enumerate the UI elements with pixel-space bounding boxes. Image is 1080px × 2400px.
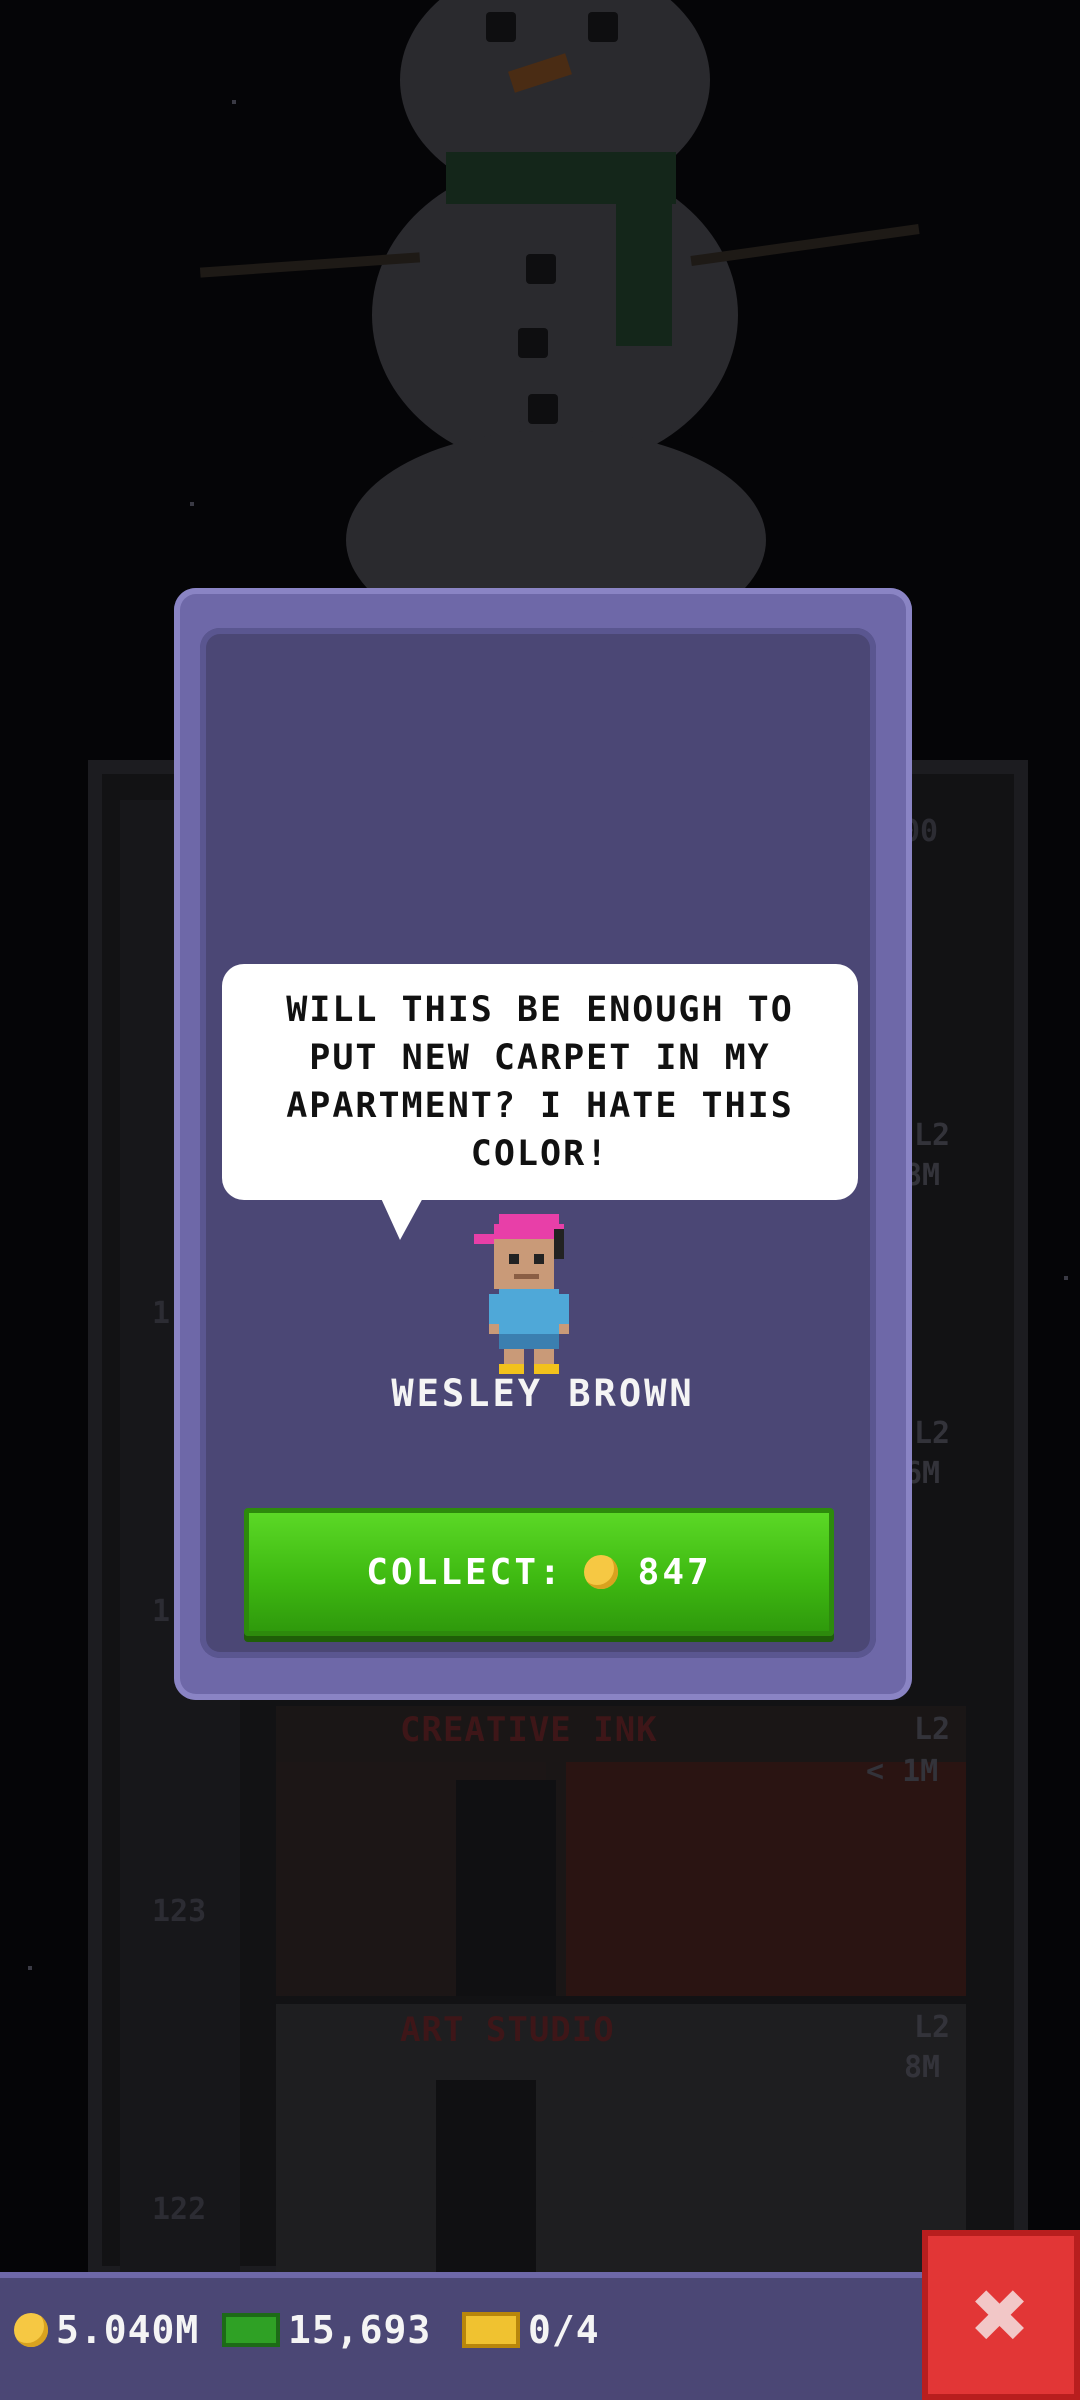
collect-button[interactable]: COLLECT: 847 xyxy=(244,1508,834,1636)
coins-counter[interactable]: 5.040M xyxy=(14,2308,199,2352)
floor-level-label: L2 xyxy=(914,1416,951,1451)
speech-bubble-tail xyxy=(380,1196,424,1240)
collect-amount: 847 xyxy=(637,1551,712,1593)
status-bar: 5.040M 15,693 0/4 xyxy=(0,2272,930,2400)
floor-name: ART STUDIO xyxy=(400,2010,615,2050)
tickets-value: 0/4 xyxy=(528,2308,600,2352)
floor-number: 1 xyxy=(152,1594,171,1629)
close-icon: ✖ xyxy=(972,2259,1030,2371)
bux-value: 15,693 xyxy=(288,2308,432,2352)
collect-label: COLLECT: xyxy=(366,1551,564,1593)
floor-name: CREATIVE INK xyxy=(400,1710,658,1750)
floor-number: 122 xyxy=(152,2192,207,2227)
coins-value: 5.040M xyxy=(56,2308,200,2352)
star xyxy=(28,1966,32,1970)
floor-art-studio[interactable] xyxy=(276,2004,966,2272)
coin-icon xyxy=(583,1555,618,1589)
floor-number: 123 xyxy=(152,1894,207,1929)
star xyxy=(232,100,236,104)
speech-bubble: WILL THIS BE ENOUGH TO PUT NEW CARPET IN… xyxy=(222,964,858,1200)
coin-icon xyxy=(14,2313,48,2347)
visitor-avatar xyxy=(474,1214,569,1374)
floor-level-label: L2 xyxy=(914,1118,951,1153)
tower-bux-icon xyxy=(222,2313,280,2347)
bux-counter[interactable]: 15,693 xyxy=(222,2308,431,2352)
golden-ticket-icon xyxy=(462,2312,520,2348)
floor-number: 1 xyxy=(152,1296,171,1331)
visitor-message: WILL THIS BE ENOUGH TO PUT NEW CARPET IN… xyxy=(286,990,794,1174)
star xyxy=(1064,1276,1068,1280)
tickets-counter[interactable]: 0/4 xyxy=(462,2308,600,2352)
floor-price-label: < 1M xyxy=(866,1754,939,1789)
star xyxy=(190,502,194,506)
floor-level-label: L2 xyxy=(914,2010,951,2045)
floor-price-label: 8M xyxy=(904,2050,941,2085)
floor-level-label: L2 xyxy=(914,1712,951,1747)
visitor-name: WESLEY BROWN xyxy=(391,1372,695,1415)
close-button[interactable]: ✖ xyxy=(922,2230,1080,2400)
